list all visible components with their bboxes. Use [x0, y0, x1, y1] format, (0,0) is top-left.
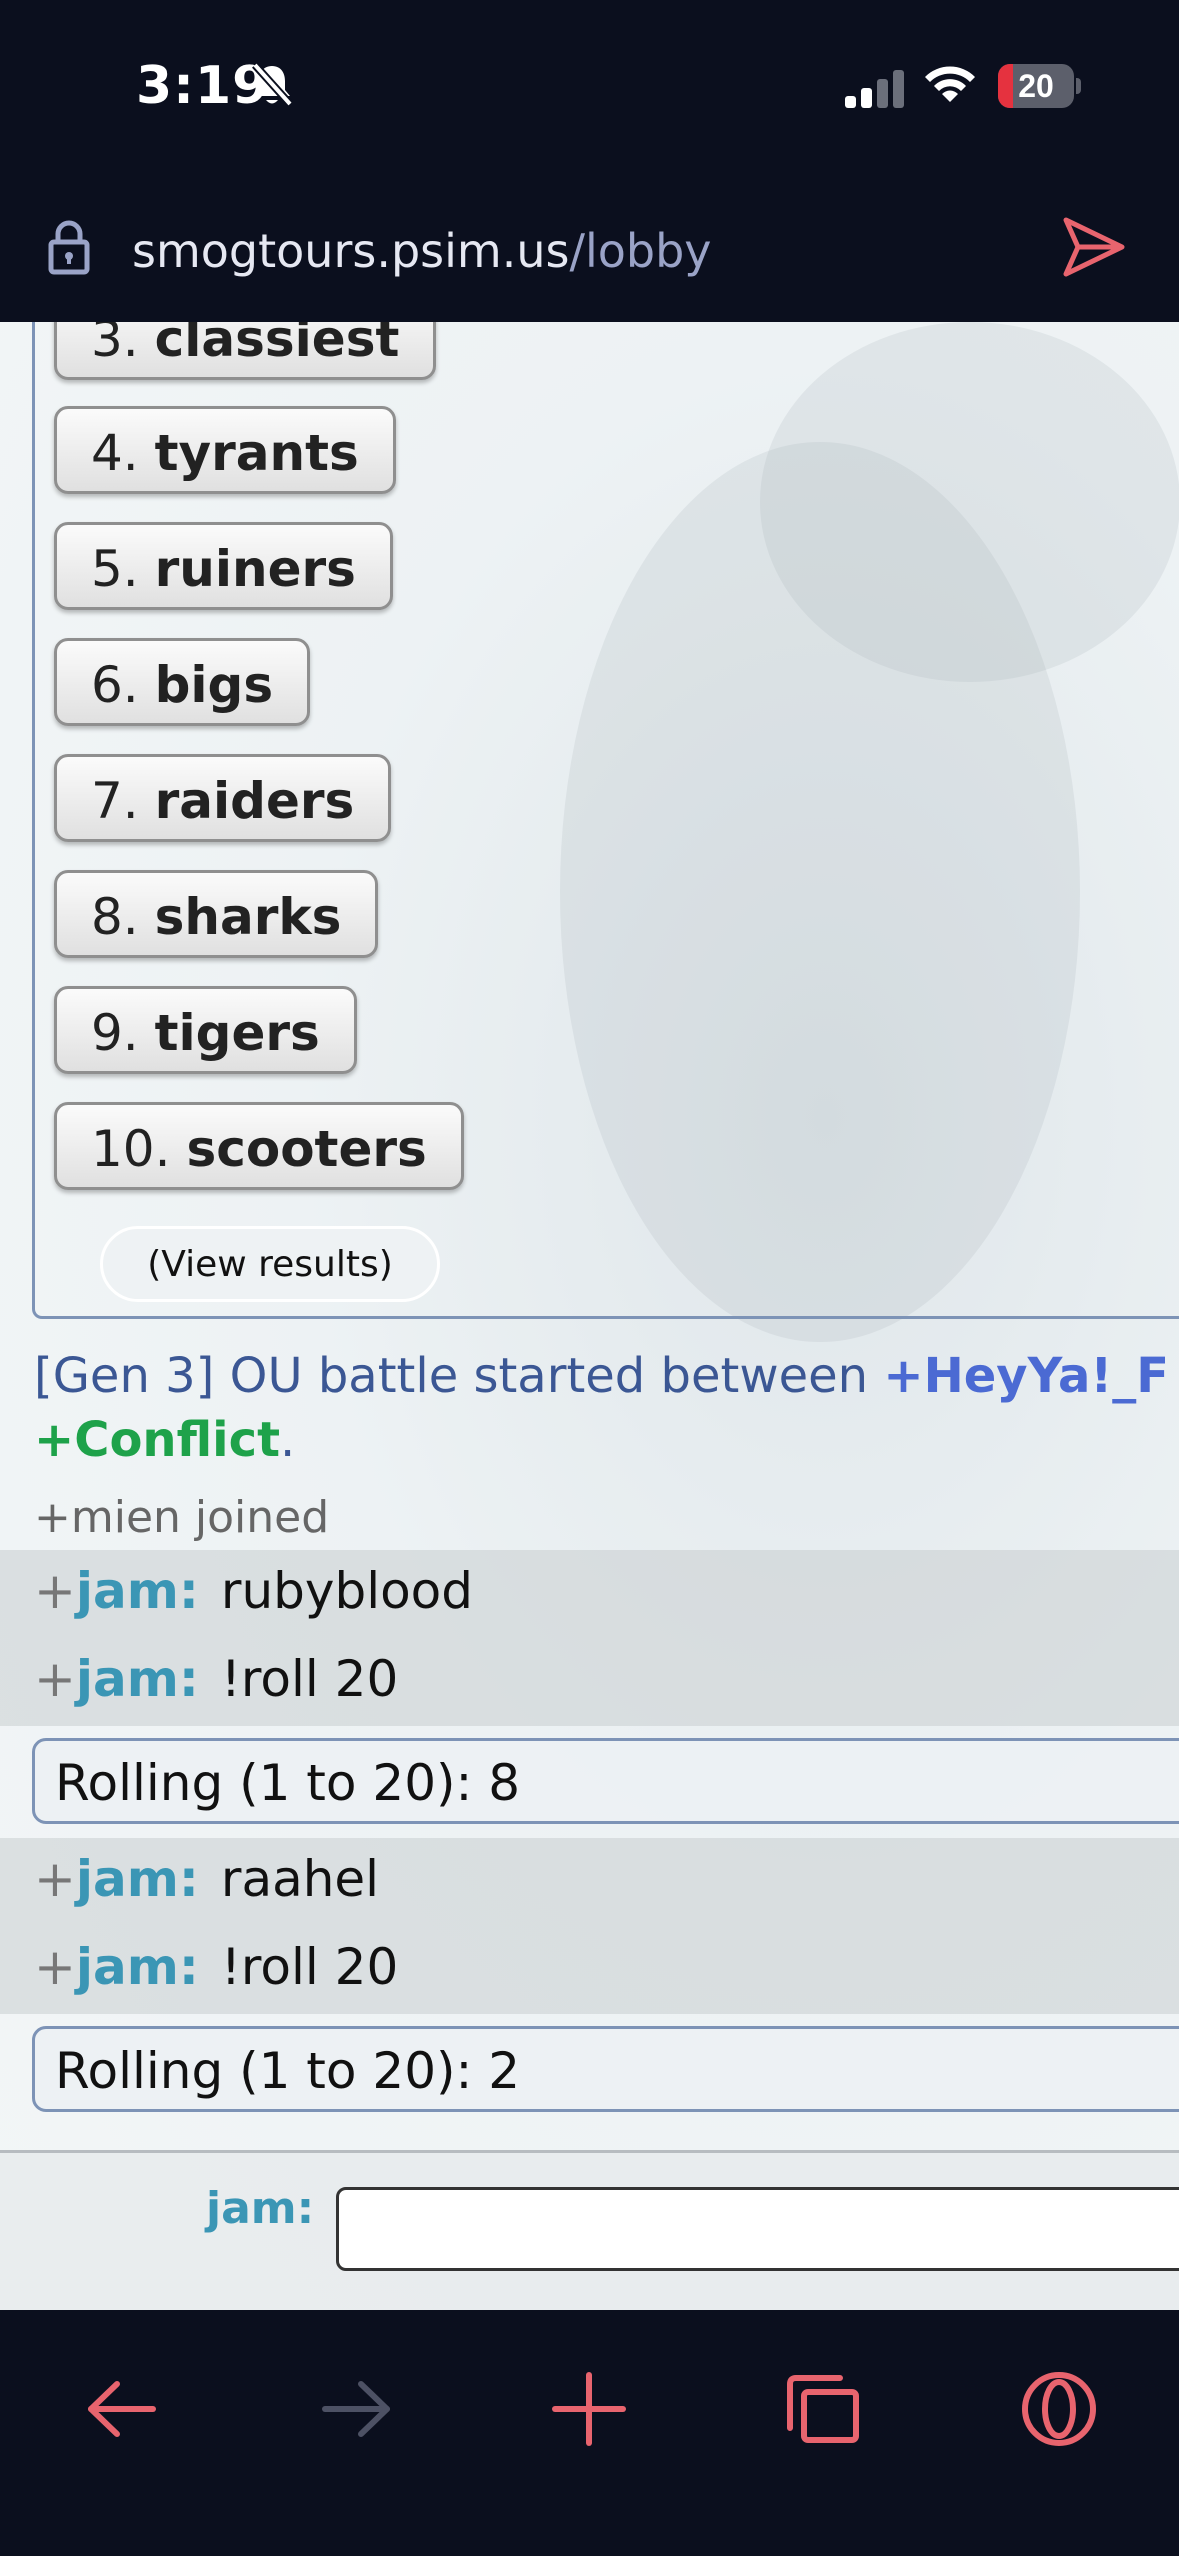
- battle-notice[interactable]: [Gen 3] OU battle started between +HeyYa…: [34, 1344, 1179, 1472]
- wifi-icon: [922, 62, 978, 111]
- chat-input[interactable]: [336, 2187, 1179, 2271]
- cellular-signal-icon: [845, 70, 907, 113]
- poll-option[interactable]: 9. tigers: [54, 986, 357, 1074]
- chat-username[interactable]: jam:: [76, 1650, 199, 1708]
- poll-option[interactable]: 7. raiders: [54, 754, 392, 842]
- chat-username[interactable]: jam:: [76, 1938, 199, 1996]
- lobby-chat[interactable]: 3. classiest 4. tyrants 5. ruiners 6. bi…: [0, 322, 1179, 2310]
- battle-player-2[interactable]: +Conflict: [34, 1412, 280, 1468]
- browser-toolbar: [0, 2310, 1179, 2556]
- forward-icon[interactable]: [302, 2354, 412, 2464]
- battery-level-text: 20: [1018, 68, 1054, 104]
- chat-input-label: jam:: [206, 2183, 315, 2234]
- poll-option[interactable]: 8. sharks: [54, 870, 379, 958]
- address-bar[interactable]: smogtours.psim.us/lobby: [0, 180, 1179, 322]
- battle-prefix: [Gen 3] OU battle started between: [34, 1348, 884, 1404]
- chat-message: +jam: raahel: [34, 1850, 380, 1908]
- status-bar: 3:19 20: [0, 0, 1179, 180]
- roll-result: Rolling (1 to 20): 8: [32, 1738, 1179, 1824]
- opera-menu-icon[interactable]: [1004, 2354, 1114, 2464]
- url-text[interactable]: smogtours.psim.us/lobby: [132, 224, 712, 278]
- send-icon[interactable]: [1062, 216, 1126, 283]
- poll-option[interactable]: 4. tyrants: [54, 406, 396, 494]
- chat-message: +jam: !roll 20: [34, 1650, 399, 1708]
- lock-icon: [48, 220, 90, 281]
- poll-option[interactable]: 6. bigs: [54, 638, 311, 726]
- chat-username[interactable]: jam:: [76, 1850, 199, 1908]
- chat-username[interactable]: jam:: [76, 1562, 199, 1620]
- poll-option[interactable]: 5. ruiners: [54, 522, 393, 610]
- join-notice: +mien joined: [34, 1492, 330, 1543]
- back-icon[interactable]: [66, 2354, 176, 2464]
- poll-option[interactable]: 10. scooters: [54, 1102, 464, 1190]
- tabs-icon[interactable]: [768, 2354, 878, 2464]
- roll-result: Rolling (1 to 20): 2: [32, 2026, 1179, 2112]
- url-path: /lobby: [569, 224, 712, 278]
- battle-suffix: .: [280, 1412, 296, 1468]
- chat-input-area: jam:: [0, 2150, 1179, 2310]
- chat-message: +jam: !roll 20: [34, 1938, 399, 1996]
- new-tab-icon[interactable]: [534, 2354, 644, 2464]
- silent-bell-icon: [250, 62, 294, 113]
- view-results-button[interactable]: (View results): [100, 1226, 440, 1302]
- poll-option[interactable]: 3. classiest: [54, 322, 437, 380]
- url-host: smogtours.psim.us: [132, 224, 570, 278]
- battle-player-1[interactable]: +HeyYa!_F: [883, 1348, 1169, 1404]
- battery-indicator: 20: [998, 64, 1081, 108]
- chat-message: +jam: rubyblood: [34, 1562, 474, 1620]
